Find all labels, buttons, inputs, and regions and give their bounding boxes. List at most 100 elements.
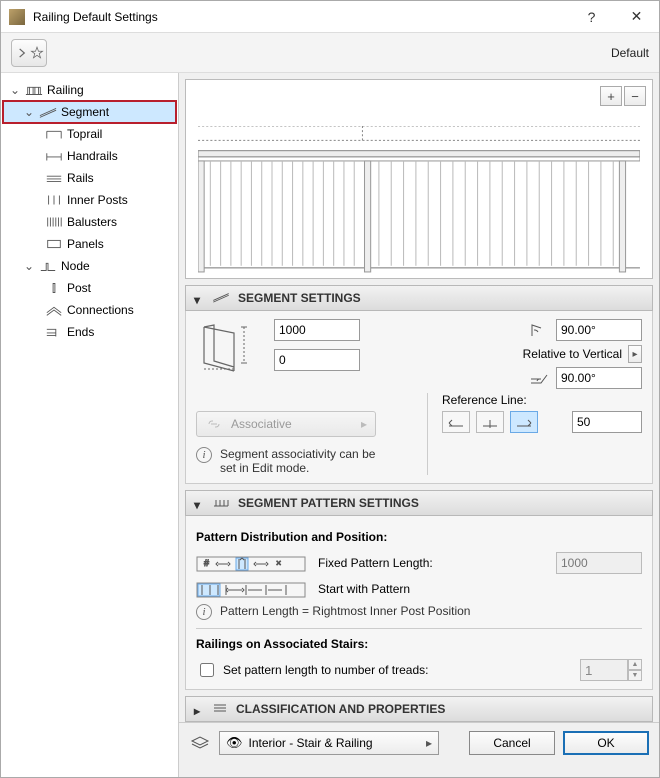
pattern-icon — [212, 496, 230, 511]
spinner-down: ▼ — [628, 670, 642, 681]
tree-item-rails[interactable]: Rails — [3, 167, 176, 189]
info-icon: i — [196, 447, 212, 463]
reference-line-label: Reference Line: — [442, 393, 642, 407]
chevron-down-icon: ⌄ — [23, 106, 35, 118]
chevron-down-icon: ⌄ — [23, 260, 35, 272]
main-panel: + − — [179, 73, 659, 777]
tree-sidebar: ⌄ Railing ⌄ Segment Toprail Handrails Ra… — [1, 73, 179, 777]
toprail-icon — [45, 127, 63, 141]
panel-header-classification[interactable]: ▸ CLASSIFICATION AND PROPERTIES — [185, 696, 653, 722]
panel-header-segment-settings[interactable]: ▾ SEGMENT SETTINGS — [185, 285, 653, 311]
tree-item-ends[interactable]: Ends — [3, 321, 176, 343]
spinner-up: ▲ — [628, 659, 642, 670]
tree-item-toprail[interactable]: Toprail — [3, 123, 176, 145]
tree-label: Balusters — [67, 215, 117, 229]
inner-posts-icon — [45, 193, 63, 207]
tree-item-inner-posts[interactable]: Inner Posts — [3, 189, 176, 211]
pattern-distribution-heading: Pattern Distribution and Position: — [196, 530, 642, 544]
svg-text:×: × — [276, 558, 281, 568]
tree-item-post[interactable]: Post — [3, 277, 176, 299]
tree-item-handrails[interactable]: Handrails — [3, 145, 176, 167]
panels-icon — [45, 237, 63, 251]
ok-label: OK — [597, 736, 614, 750]
segment-height-input[interactable] — [274, 319, 360, 341]
layer-name: Interior - Stair & Railing — [249, 736, 373, 750]
distribution-mode-button[interactable]: # × — [196, 552, 306, 574]
ref-line-center-button[interactable] — [476, 411, 504, 433]
segment-icon — [212, 291, 230, 306]
tree-item-railing[interactable]: ⌄ Railing — [3, 79, 176, 101]
tree-label: Node — [61, 259, 90, 273]
ok-button[interactable]: OK — [563, 731, 649, 755]
tree-item-panels[interactable]: Panels — [3, 233, 176, 255]
help-button[interactable]: ? — [569, 1, 614, 33]
chevron-right-icon — [15, 46, 29, 60]
layer-icon — [189, 733, 211, 752]
associative-button: Associative ▸ — [196, 411, 376, 437]
tree-item-segment[interactable]: ⌄ Segment — [3, 101, 176, 123]
associative-label: Associative — [231, 417, 292, 431]
eye-icon: 👁 — [226, 735, 243, 751]
titlebar: Railing Default Settings ? ✕ — [1, 1, 659, 33]
chevron-down-icon: ▾ — [194, 498, 204, 508]
app-icon — [9, 9, 25, 25]
tree-item-connections[interactable]: Connections — [3, 299, 176, 321]
tree-item-node[interactable]: ⌄ Node — [3, 255, 176, 277]
tree-label: Inner Posts — [67, 193, 128, 207]
tree-label: Ends — [67, 325, 94, 339]
associativity-info-text: Segment associativity can be set in Edit… — [220, 447, 390, 475]
panel-title: CLASSIFICATION AND PROPERTIES — [236, 702, 445, 716]
panel-title: SEGMENT PATTERN SETTINGS — [238, 496, 419, 510]
tree-label: Segment — [61, 105, 109, 119]
tree-label: Rails — [67, 171, 94, 185]
panel-title: SEGMENT SETTINGS — [238, 291, 361, 305]
chevron-right-icon: ▸ — [426, 736, 432, 750]
skew-angle-input[interactable] — [556, 367, 642, 389]
tree-label: Post — [67, 281, 91, 295]
dialog-window: Railing Default Settings ? ✕ Default ⌄ R… — [0, 0, 660, 778]
treads-checkbox[interactable] — [200, 663, 214, 677]
svg-text:#: # — [204, 558, 209, 568]
pattern-settings-body: Pattern Distribution and Position: # × — [185, 516, 653, 690]
zoom-in-button[interactable]: + — [600, 86, 622, 106]
segment-icon — [39, 105, 57, 119]
tree-label: Toprail — [67, 127, 102, 141]
tree-label: Panels — [67, 237, 104, 251]
segment-offset-input[interactable] — [274, 349, 360, 371]
chevron-down-icon: ▾ — [194, 293, 204, 303]
relative-mode-button[interactable]: ▸ — [628, 345, 642, 363]
info-icon: i — [196, 604, 212, 620]
tree-label: Handrails — [67, 149, 118, 163]
list-icon — [212, 702, 228, 717]
ref-line-left-button[interactable] — [442, 411, 470, 433]
relative-to-vertical-label: Relative to Vertical — [523, 347, 622, 361]
tree-label: Railing — [47, 83, 84, 97]
node-icon — [39, 259, 57, 273]
ref-line-right-button[interactable] — [510, 411, 538, 433]
zoom-out-button[interactable]: − — [624, 86, 646, 106]
handrails-icon — [45, 149, 63, 163]
fixed-pattern-length-input — [556, 552, 642, 574]
slant-angle-input[interactable] — [556, 319, 642, 341]
rails-icon — [45, 171, 63, 185]
cancel-label: Cancel — [493, 736, 530, 750]
cancel-button[interactable]: Cancel — [469, 731, 555, 755]
chevron-right-icon: ▸ — [361, 417, 367, 431]
treads-count-spinner: ▲▼ — [580, 659, 642, 681]
close-button[interactable]: ✕ — [614, 1, 659, 33]
layer-select[interactable]: 👁 Interior - Stair & Railing ▸ — [219, 731, 439, 755]
default-label: Default — [611, 46, 649, 60]
toolbar: Default — [1, 33, 659, 73]
dialog-footer: 👁 Interior - Stair & Railing ▸ Cancel OK — [179, 722, 659, 762]
fixed-pattern-length-label: Fixed Pattern Length: — [318, 556, 544, 570]
chevron-down-icon: ⌄ — [9, 84, 21, 96]
dialog-body: ⌄ Railing ⌄ Segment Toprail Handrails Ra… — [1, 73, 659, 777]
link-icon — [205, 417, 223, 431]
preview-area: + − — [185, 79, 653, 279]
slant-angle-icon — [528, 321, 550, 339]
favorites-button[interactable] — [11, 39, 47, 67]
tree-item-balusters[interactable]: Balusters — [3, 211, 176, 233]
panel-header-pattern-settings[interactable]: ▾ SEGMENT PATTERN SETTINGS — [185, 490, 653, 516]
start-position-button[interactable] — [196, 578, 306, 600]
ref-line-offset-input[interactable] — [572, 411, 642, 433]
